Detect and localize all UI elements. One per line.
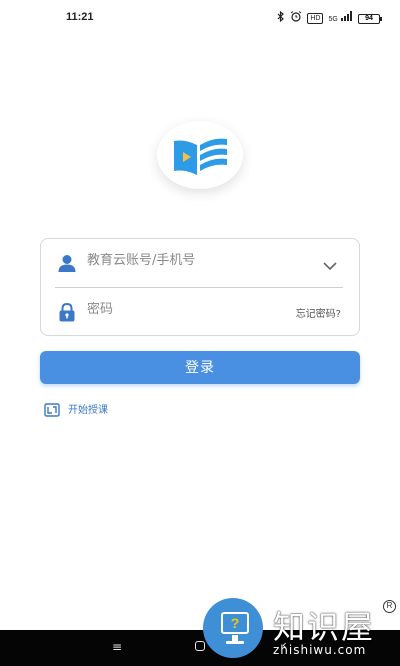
account-row (41, 239, 359, 287)
watermark-question-icon: ? (221, 612, 249, 634)
menu-icon[interactable]: ≡ (112, 640, 122, 654)
bluetooth-icon (277, 10, 285, 26)
status-icons: HD 5G 94 (277, 10, 382, 26)
chevron-down-icon[interactable] (323, 256, 337, 271)
teaching-icon (44, 402, 60, 417)
lock-icon (57, 302, 77, 322)
password-input[interactable] (87, 302, 287, 317)
app-logo (157, 121, 243, 189)
watermark-logo-icon: ? (203, 598, 263, 658)
watermark-url: zhishiwu.com (273, 643, 367, 657)
start-teaching-label: 开始授课 (68, 405, 108, 416)
hd-icon: HD (307, 13, 324, 24)
watermark: ? 知识屋 R zhishiwu.com (201, 598, 400, 666)
registered-mark-icon: R (383, 600, 396, 613)
status-time: 11:21 (66, 11, 94, 23)
signal-label: 5G (328, 16, 338, 23)
account-input[interactable] (87, 253, 287, 268)
login-button[interactable]: 登录 (40, 351, 360, 384)
alarm-icon (290, 11, 302, 26)
signal-icon: 5G (328, 11, 353, 26)
user-icon (57, 253, 77, 273)
password-row: 忘记密码? (41, 288, 359, 336)
battery-icon: 94 (358, 13, 382, 24)
watermark-base (226, 641, 244, 644)
forgot-password-link[interactable]: 忘记密码? (296, 305, 341, 320)
status-bar: 11:21 HD 5G 94 (0, 0, 400, 34)
start-teaching-link[interactable]: 开始授课 (44, 401, 108, 417)
watermark-title: 知识屋 (273, 608, 376, 646)
login-form: 忘记密码? (40, 238, 360, 336)
education-cloud-logo-icon (174, 138, 227, 175)
